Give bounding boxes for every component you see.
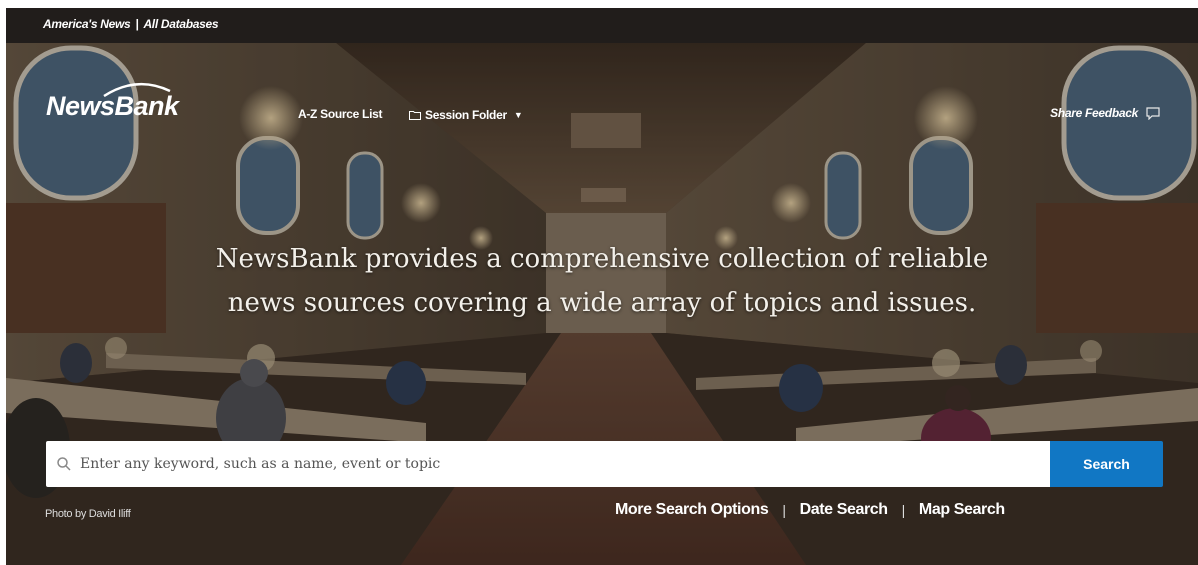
search-icon — [57, 457, 71, 471]
top-bar: America's News | All Databases — [6, 8, 1198, 43]
search-box — [46, 441, 1050, 487]
az-source-list-link[interactable]: A-Z Source List — [298, 107, 382, 121]
folder-icon — [409, 111, 421, 120]
topbar-separator: | — [135, 17, 139, 31]
share-feedback-label: Share Feedback — [1050, 106, 1138, 120]
search-options-links: More Search Options | Date Search | Map … — [615, 501, 1005, 519]
more-search-options-link[interactable]: More Search Options — [615, 501, 769, 519]
americas-news-link[interactable]: America's News — [43, 17, 131, 31]
hero-headline: NewsBank provides a comprehensive collec… — [6, 237, 1198, 325]
date-search-link[interactable]: Date Search — [800, 501, 888, 519]
share-feedback-link[interactable]: Share Feedback — [1050, 106, 1160, 120]
session-folder-label: Session Folder — [425, 108, 507, 122]
page-frame: America's News | All Databases NewsBank … — [6, 8, 1198, 565]
hero-section: NewsBank A-Z Source List Session Folder … — [6, 43, 1198, 565]
newsbank-logo[interactable]: NewsBank — [46, 91, 179, 122]
headline-line-2: news sources covering a wide array of to… — [227, 288, 977, 318]
session-folder-menu[interactable]: Session Folder ▼ — [409, 108, 523, 122]
caret-down-icon: ▼ — [513, 110, 523, 120]
search-button[interactable]: Search — [1050, 441, 1163, 487]
search-input[interactable] — [78, 455, 1022, 473]
headline-line-1: NewsBank provides a comprehensive collec… — [215, 244, 989, 274]
chat-bubble-icon — [1146, 106, 1160, 120]
map-search-link[interactable]: Map Search — [919, 501, 1005, 519]
link-separator: | — [901, 502, 906, 518]
database-links: America's News | All Databases — [43, 17, 219, 31]
link-separator: | — [782, 502, 786, 518]
all-databases-link[interactable]: All Databases — [143, 17, 218, 31]
photo-credit: Photo by David Iliff — [45, 508, 131, 520]
